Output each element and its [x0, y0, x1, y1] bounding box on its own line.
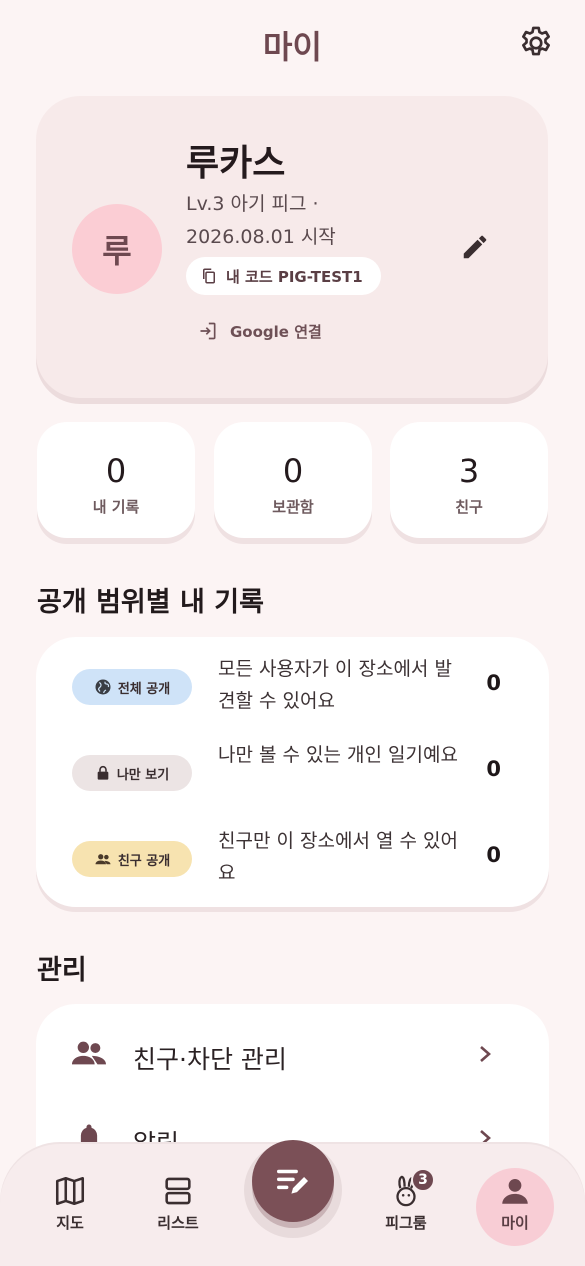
copy-icon	[203, 268, 215, 284]
nav-label: 마이	[501, 1214, 529, 1232]
stat-my-records[interactable]: 0 내 기록	[37, 422, 195, 538]
page-title: 마이	[263, 28, 322, 66]
nav-list[interactable]: 리스트	[138, 1174, 218, 1233]
stat-value: 0	[105, 452, 127, 490]
map-icon	[55, 1176, 85, 1206]
nav-pigroom[interactable]: 3 피그룸	[366, 1168, 446, 1233]
globe-icon	[95, 679, 111, 695]
public-badge-label: 전체 공개	[117, 681, 171, 697]
profile-level: Lv.3 아기 피그 · 2026.08.01 시작	[186, 193, 336, 248]
visibility-row-friends: 친구 공개 친구만 이 장소에서 열 수 있어요 0	[36, 819, 549, 899]
stat-label: 친구	[455, 498, 483, 516]
edit-profile-button[interactable]	[460, 232, 490, 262]
visibility-row-private: 나만 보기 나만 볼 수 있는 개인 일기예요 0	[36, 733, 549, 813]
friends-badge: 친구 공개	[72, 841, 192, 877]
nav-my[interactable]: 마이	[475, 1174, 555, 1233]
login-icon	[200, 322, 216, 340]
write-icon	[277, 1169, 309, 1194]
stat-value: 0	[282, 452, 304, 490]
private-count: 0	[486, 757, 501, 781]
public-badge: 전체 공개	[72, 669, 192, 705]
private-description: 나만 볼 수 있는 개인 일기예요	[218, 744, 458, 766]
visibility-card: 전체 공개 모든 사용자가 이 장소에서 발견할 수 있어요 0 나만 보기 나…	[36, 637, 549, 907]
private-badge-label: 나만 보기	[116, 767, 170, 783]
visibility-row-public: 전체 공개 모든 사용자가 이 장소에서 발견할 수 있어요 0	[36, 647, 549, 727]
google-connect-link[interactable]: Google 연결	[198, 316, 322, 346]
friends-description: 친구만 이 장소에서 열 수 있어요	[218, 830, 458, 884]
nav-map[interactable]: 지도	[30, 1174, 110, 1233]
profile-card: 루 루카스 Lv.3 아기 피그 · 2026.08.01 시작 내 코드 PI…	[36, 96, 548, 398]
visibility-section-title: 공개 범위별 내 기록	[37, 587, 264, 618]
manage-item-friends-block[interactable]: 친구·차단 관리	[36, 1012, 549, 1092]
notification-badge: 3	[411, 1168, 435, 1192]
public-description: 모든 사용자가 이 장소에서 발견할 수 있어요	[218, 658, 452, 712]
nav-label: 피그룸	[385, 1214, 427, 1232]
gear-icon	[521, 26, 551, 56]
chevron-right-icon	[480, 1046, 491, 1062]
stat-friends[interactable]: 3 친구	[390, 422, 548, 538]
nav-label: 지도	[56, 1214, 84, 1232]
public-count: 0	[486, 671, 501, 695]
stat-value: 3	[458, 452, 480, 490]
manage-item-label: 친구·차단 관리	[133, 1045, 287, 1074]
lock-icon	[97, 765, 109, 780]
person-icon	[502, 1178, 528, 1204]
stat-label: 보관함	[272, 498, 314, 516]
manage-section-title: 관리	[37, 955, 87, 986]
stat-label: 내 기록	[92, 498, 140, 516]
friends-badge-label: 친구 공개	[117, 853, 171, 869]
settings-button[interactable]	[517, 24, 555, 62]
profile-name: 루카스	[186, 143, 286, 184]
my-code-chip[interactable]: 내 코드 PIG-TEST1	[186, 257, 381, 295]
avatar: 루	[72, 204, 162, 294]
my-code-label: 내 코드 PIG-TEST1	[226, 267, 363, 286]
nav-label: 리스트	[157, 1214, 199, 1232]
private-badge: 나만 보기	[72, 755, 192, 791]
people-icon	[95, 854, 111, 865]
list-icon	[165, 1177, 191, 1205]
header: 마이	[0, 0, 585, 90]
google-connect-label: Google 연결	[230, 322, 322, 341]
friends-count: 0	[486, 843, 501, 867]
write-record-fab[interactable]	[252, 1140, 334, 1222]
stat-archive[interactable]: 0 보관함	[214, 422, 372, 538]
people-icon	[72, 1041, 106, 1065]
pencil-icon	[463, 235, 487, 259]
